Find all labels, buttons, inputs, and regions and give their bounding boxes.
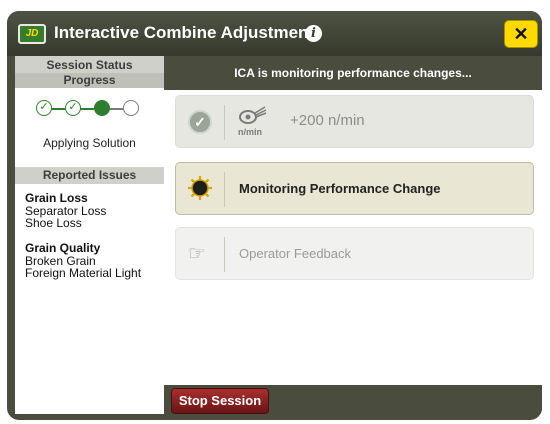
session-status-sidebar: Session Status Progress ✓ ✓ Applying Sol… (15, 56, 164, 414)
card-divider (224, 172, 225, 207)
monitoring-label: Monitoring Performance Change (239, 181, 441, 196)
session-status-title: Session Status (46, 58, 133, 72)
reported-issues-header: Reported Issues (15, 167, 164, 184)
check-circle-icon: ✓ (188, 110, 212, 134)
step-card-monitoring[interactable]: Monitoring Performance Change (175, 162, 534, 215)
ica-dialog: JD Interactive Combine Adjustment i ✕ Se… (7, 11, 542, 420)
progress-connector (109, 108, 123, 110)
close-button[interactable]: ✕ (504, 20, 538, 48)
operator-feedback-label: Operator Feedback (239, 246, 352, 261)
session-status-header: Session Status Progress (15, 56, 164, 88)
progress-connector (80, 108, 94, 110)
card-divider (224, 105, 225, 140)
rotor-speed-glyph (239, 106, 267, 124)
issue-group-heading: Grain Quality (25, 241, 101, 255)
john-deere-logo-icon: JD (18, 24, 46, 44)
progress-title: Progress (15, 73, 164, 88)
progress-step-complete-check-icon: ✓ (65, 100, 81, 116)
title-bar: JD Interactive Combine Adjustment i ✕ (7, 11, 542, 56)
rotor-speed-change: +200 n/min (290, 112, 365, 129)
progress-stepper: ✓ ✓ (15, 96, 164, 122)
info-icon[interactable]: i (305, 25, 322, 42)
phase-label: Applying Solution (43, 136, 136, 150)
monitoring-status-header: ICA is monitoring performance changes... (164, 56, 542, 90)
stop-session-button[interactable]: Stop Session (171, 388, 269, 414)
rotor-speed-icon: n/min (238, 105, 272, 139)
issue-group-grain-quality: Grain Quality Broken Grain Foreign Mater… (15, 242, 164, 279)
dialog-footer: Stop Session (164, 385, 542, 414)
rotor-speed-unit: n/min (238, 127, 262, 137)
issue-item: Foreign Material Light (25, 266, 142, 280)
pointing-hand-icon: ☞ (188, 243, 206, 265)
dialog-title: Interactive Combine Adjustment (54, 23, 315, 42)
adjustment-steps-panel: ✓ n/min +200 n/min Monitoring Performanc… (164, 90, 542, 385)
issue-item: Shoe Loss (25, 216, 82, 230)
progress-connector (51, 108, 65, 110)
progress-step-pending (123, 100, 139, 116)
issue-group-grain-loss: Grain Loss Separator Loss Shoe Loss (15, 192, 164, 229)
card-divider (224, 237, 225, 272)
issue-group-heading: Grain Loss (25, 191, 88, 205)
monitoring-sun-icon (188, 176, 212, 200)
step-card-rotor-speed[interactable]: ✓ n/min +200 n/min (175, 95, 534, 148)
progress-step-current (94, 100, 110, 116)
step-card-operator-feedback[interactable]: ☞ Operator Feedback (175, 227, 534, 280)
progress-step-complete-check-icon: ✓ (36, 100, 52, 116)
